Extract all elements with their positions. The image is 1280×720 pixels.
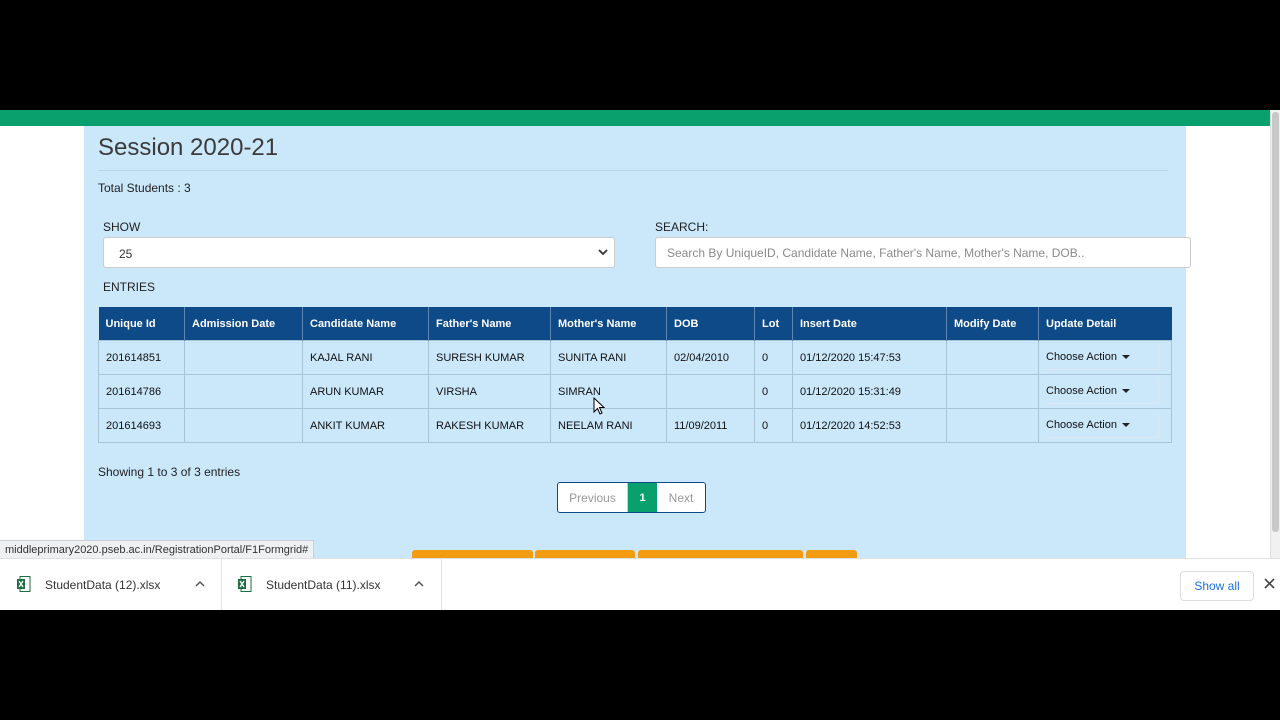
show-label: SHOW <box>103 220 141 234</box>
caret-down-icon <box>1121 423 1130 428</box>
page-title: Session 2020-21 <box>98 134 279 161</box>
cell-lot: 0 <box>754 340 793 375</box>
choose-action-label: Choose Action <box>1046 385 1117 397</box>
column-header-unique-id: Unique Id <box>98 307 185 341</box>
column-header-update-detail: Update Detail <box>1038 307 1172 341</box>
cell-candidate-name: ARUN KUMAR <box>302 374 429 409</box>
cell-mother-name: NEELAM RANI <box>550 408 667 443</box>
column-header-father-name: Father's Name <box>428 307 551 341</box>
mouse-cursor-icon <box>593 397 605 415</box>
pagination: Previous 1 Next <box>557 482 706 513</box>
excel-file-icon <box>238 576 252 592</box>
entries-label: ENTRIES <box>103 280 156 294</box>
cell-candidate-name: KAJAL RANI <box>302 340 429 375</box>
cell-unique-id: 201614693 <box>98 408 185 443</box>
cell-admission-date <box>184 408 303 443</box>
cell-unique-id: 201614786 <box>98 374 185 409</box>
chevron-up-icon[interactable] <box>195 579 205 589</box>
scrollbar[interactable] <box>1270 110 1280 610</box>
close-icon[interactable] <box>1263 577 1276 590</box>
download-file-name: StudentData (12).xlsx <box>45 578 161 592</box>
column-header-lot: Lot <box>754 307 793 341</box>
table-header-row: Unique Id Admission Date Candidate Name … <box>98 307 1172 341</box>
scrollbar-thumb[interactable] <box>1272 112 1279 532</box>
caret-down-icon <box>1121 389 1130 394</box>
next-page-button[interactable]: Next <box>657 483 705 512</box>
cell-admission-date <box>184 374 303 409</box>
page-1-button[interactable]: 1 <box>628 483 657 512</box>
cell-father-name: VIRSHA <box>428 374 551 409</box>
search-input[interactable] <box>655 237 1191 268</box>
content-panel: Session 2020-21 Total Students : 3 SHOW … <box>84 126 1191 610</box>
students-table: Unique Id Admission Date Candidate Name … <box>98 307 1172 443</box>
cell-mother-name: SUNITA RANI <box>550 340 667 375</box>
excel-file-icon <box>17 576 31 592</box>
cell-lot: 0 <box>754 374 793 409</box>
title-divider <box>98 170 1168 171</box>
column-header-admission-date: Admission Date <box>184 307 303 341</box>
cell-modify-date <box>946 408 1039 443</box>
choose-action-dropdown[interactable]: Choose Action <box>1046 413 1159 438</box>
column-header-mother-name: Mother's Name <box>550 307 667 341</box>
column-header-dob: DOB <box>666 307 755 341</box>
download-item[interactable]: StudentData (11).xlsx <box>221 559 442 610</box>
choose-action-dropdown[interactable]: Choose Action <box>1046 379 1159 404</box>
cell-insert-date: 01/12/2020 14:52:53 <box>792 408 947 443</box>
status-bar-url: middleprimary2020.pseb.ac.in/Registratio… <box>0 540 315 560</box>
table-row: 201614786 ARUN KUMAR VIRSHA SIMRAN 0 01/… <box>98 374 1172 409</box>
cell-father-name: SURESH KUMAR <box>428 340 551 375</box>
choose-action-dropdown[interactable]: Choose Action <box>1046 345 1159 370</box>
column-header-insert-date: Insert Date <box>792 307 947 341</box>
cell-mother-name: SIMRAN <box>550 374 667 409</box>
show-entries-select[interactable]: 25 <box>103 237 615 268</box>
table-row: 201614851 KAJAL RANI SURESH KUMAR SUNITA… <box>98 340 1172 375</box>
choose-action-label: Choose Action <box>1046 419 1117 431</box>
column-header-candidate-name: Candidate Name <box>302 307 429 341</box>
cell-update-detail: Choose Action <box>1038 408 1172 443</box>
caret-down-icon <box>1121 355 1130 360</box>
previous-page-button[interactable]: Previous <box>558 483 628 512</box>
entries-info: Showing 1 to 3 of 3 entries <box>98 465 241 479</box>
download-file-name: StudentData (11).xlsx <box>266 578 381 592</box>
cell-admission-date <box>184 340 303 375</box>
download-item[interactable]: StudentData (12).xlsx <box>0 559 222 610</box>
show-all-button[interactable]: Show all <box>1180 571 1254 601</box>
cell-update-detail: Choose Action <box>1038 374 1172 409</box>
column-header-modify-date: Modify Date <box>946 307 1039 341</box>
site-header-bar <box>0 110 1270 126</box>
cell-candidate-name: ANKIT KUMAR <box>302 408 429 443</box>
cell-lot: 0 <box>754 408 793 443</box>
download-shelf: StudentData (12).xlsx StudentData (11).x… <box>0 558 1280 610</box>
choose-action-label: Choose Action <box>1046 351 1117 363</box>
table-row: 201614693 ANKIT KUMAR RAKESH KUMAR NEELA… <box>98 408 1172 443</box>
cell-insert-date: 01/12/2020 15:47:53 <box>792 340 947 375</box>
cell-father-name: RAKESH KUMAR <box>428 408 551 443</box>
cell-update-detail: Choose Action <box>1038 340 1172 375</box>
cell-modify-date <box>946 374 1039 409</box>
cell-dob: 02/04/2010 <box>666 340 755 375</box>
cell-unique-id: 201614851 <box>98 340 185 375</box>
cell-modify-date <box>946 340 1039 375</box>
browser-viewport: Session 2020-21 Total Students : 3 SHOW … <box>0 110 1280 610</box>
cell-insert-date: 01/12/2020 15:31:49 <box>792 374 947 409</box>
chevron-down-icon <box>598 249 608 256</box>
search-label: SEARCH: <box>655 220 709 234</box>
show-entries-value: 25 <box>119 247 133 261</box>
chevron-up-icon[interactable] <box>414 579 424 589</box>
cell-dob: 11/09/2011 <box>666 408 755 443</box>
cell-dob <box>666 374 755 409</box>
total-students: Total Students : 3 <box>98 181 191 195</box>
